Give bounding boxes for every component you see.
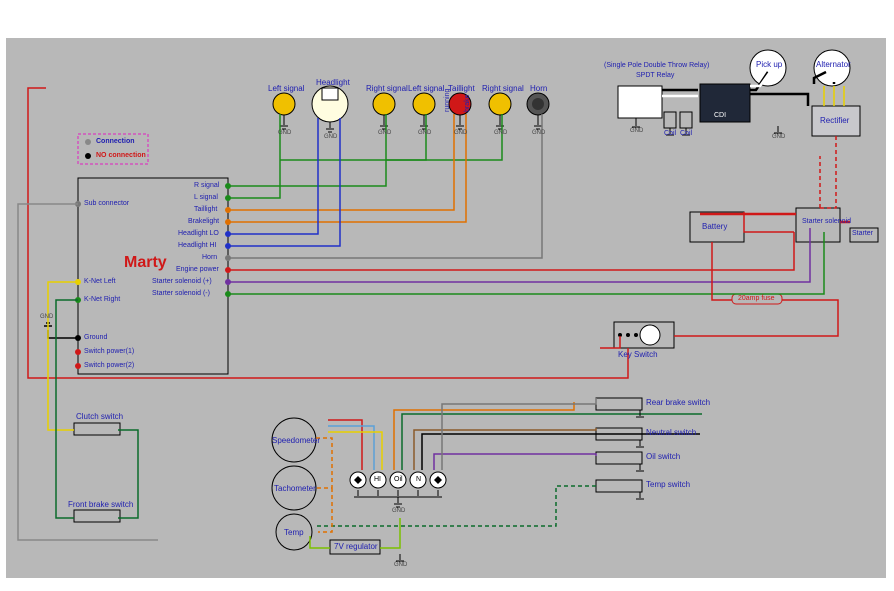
label-right-signal-r: Right signal xyxy=(482,84,524,93)
gnd-ind: GND xyxy=(392,508,405,514)
pin-eng-power: Engine power xyxy=(176,266,219,273)
label-rectifier: Rectifier xyxy=(820,116,849,125)
key-switch-icon xyxy=(640,325,660,345)
label-alternator: Alternator xyxy=(816,60,851,69)
label-running: running xyxy=(444,89,451,112)
label-coil-2: Coil xyxy=(680,130,692,137)
pin-l-signal: L signal xyxy=(194,194,218,201)
label-clutch: Clutch switch xyxy=(76,412,123,421)
gnd-reg: GND xyxy=(394,562,407,568)
coil-2 xyxy=(680,112,692,128)
label-key: Key Switch xyxy=(618,350,658,359)
label-battery: Battery xyxy=(702,222,727,231)
label-relay-type: SPDT Relay xyxy=(636,72,674,79)
pin-taillight: Taillight xyxy=(194,206,217,213)
label-regulator: 7V regulator xyxy=(334,542,378,551)
label-starter: Starter xyxy=(852,230,873,237)
clutch-switch xyxy=(74,423,120,435)
gnd-2: GND xyxy=(324,134,337,140)
ind-n: N xyxy=(416,476,421,483)
pin-r-signal: R signal xyxy=(194,182,219,189)
label-oil: Oil switch xyxy=(646,452,680,461)
front-brake-switch xyxy=(74,510,120,522)
label-tacho: Tachometer xyxy=(274,484,316,493)
relay-box xyxy=(618,86,662,118)
label-taillight: Taillight xyxy=(448,84,475,93)
gnd-1: GND xyxy=(278,130,291,136)
gnd-5: GND xyxy=(454,130,467,136)
pin-brakelight: Brakelight xyxy=(188,218,219,225)
right-signal-front-icon xyxy=(373,93,395,115)
gnd-7: GND xyxy=(532,130,545,136)
label-left-signal-f: Left signal xyxy=(268,84,304,93)
gnd-main: GND xyxy=(40,314,53,320)
ind-hi: HI xyxy=(374,476,381,483)
right-signal-rear-icon xyxy=(489,93,511,115)
pin-ss-neg: Starter solenoid (-) xyxy=(152,290,210,297)
title: Marty xyxy=(124,254,167,272)
pin-k-right: K-Net Right xyxy=(84,296,120,303)
label-fuse: 20amp fuse xyxy=(738,295,775,302)
pin-k-left: K-Net Left xyxy=(84,278,116,285)
label-temp-switch: Temp switch xyxy=(646,480,690,489)
label-front-brake: Front brake switch xyxy=(68,500,133,509)
pin-sp2: Switch power(2) xyxy=(84,362,134,369)
pin-ss-pos: Starter solenoid (+) xyxy=(152,278,212,285)
legend-conn: Connection xyxy=(96,138,135,145)
rear-brake-switch xyxy=(596,398,642,410)
temp-switch xyxy=(596,480,642,492)
label-starter-sol: Starter solenoid xyxy=(802,218,851,225)
legend-noconn: NO connection xyxy=(96,152,146,159)
gnd-6: GND xyxy=(494,130,507,136)
gnd-4: GND xyxy=(418,130,431,136)
ind-oil: Oil xyxy=(394,476,403,483)
label-relay-note: (Single Pole Double Throw Relay) xyxy=(604,62,709,69)
label-cdi: CDI xyxy=(714,112,726,119)
label-neutral: Neutral switch xyxy=(646,428,696,437)
pin-ground: Ground xyxy=(84,334,107,341)
gnd-cdi: GND xyxy=(772,134,785,140)
label-right-signal-f: Right signal xyxy=(366,84,408,93)
pin-head-hi: Headlight HI xyxy=(178,242,217,249)
gnd-3: GND xyxy=(378,130,391,136)
coil-1 xyxy=(664,112,676,128)
pin-sub-connector: Sub connector xyxy=(84,200,129,207)
label-pickup: Pick up xyxy=(756,60,782,69)
label-headlight: Headlight xyxy=(316,78,350,87)
label-speedo: Speedometer xyxy=(272,436,320,445)
label-horn: Horn xyxy=(530,84,547,93)
left-signal-front-icon xyxy=(273,93,295,115)
oil-switch xyxy=(596,452,642,464)
label-coil-1: Coil xyxy=(664,130,676,137)
pin-sp1: Switch power(1) xyxy=(84,348,134,355)
gnd-relay: GND xyxy=(630,128,643,134)
label-brake: brake xyxy=(464,94,471,112)
pin-head-lo: Headlight LO xyxy=(178,230,219,237)
left-signal-rear-icon xyxy=(413,93,435,115)
label-temp-gauge: Temp xyxy=(284,528,304,537)
label-left-signal-r: Left signal xyxy=(408,84,444,93)
label-rear-brake: Rear brake switch xyxy=(646,398,710,407)
starter-solenoid-box xyxy=(796,208,840,242)
pin-horn: Horn xyxy=(202,254,217,261)
